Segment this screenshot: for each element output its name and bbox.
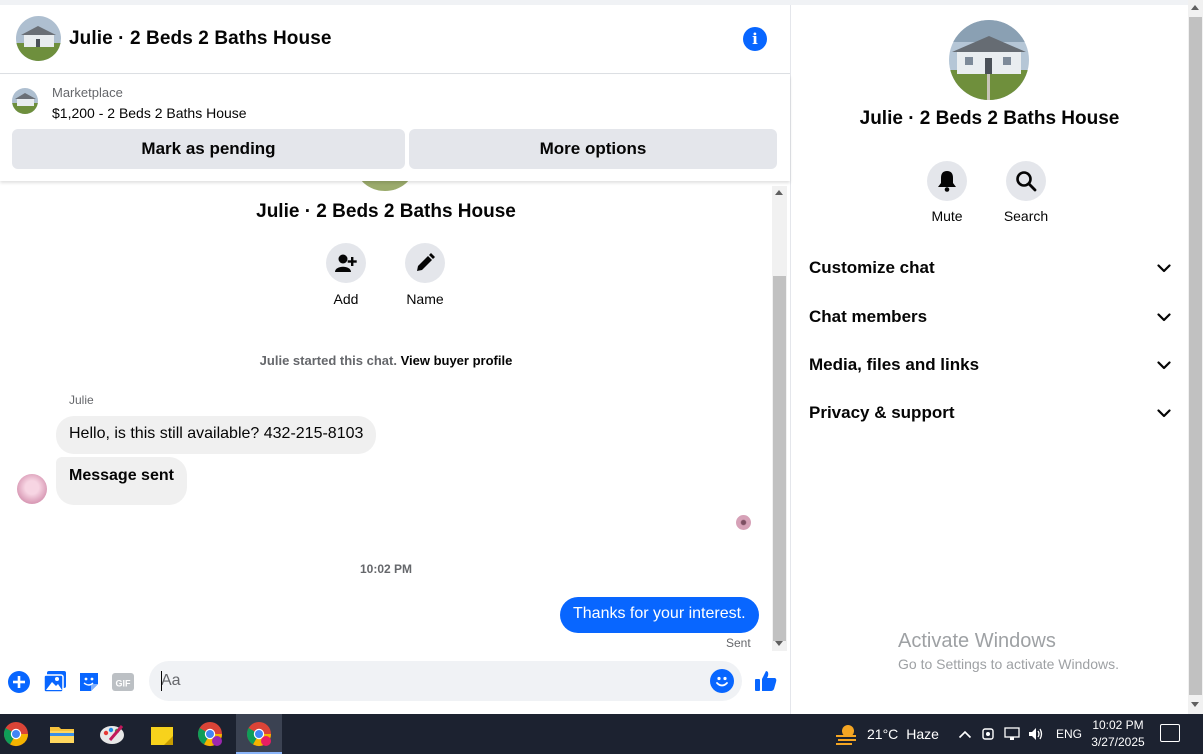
notification-icon[interactable] [1160,724,1180,742]
name-chat-action[interactable]: Name [390,243,460,307]
section-label: Chat members [809,307,928,326]
add-label: Add [333,291,359,307]
outgoing-message[interactable]: Thanks for your interest. [560,597,759,633]
chevron-down-icon [1157,312,1171,321]
meet-now-icon[interactable] [982,727,996,741]
mute-action[interactable]: Mute [912,161,982,224]
scroll-up-arrow-icon[interactable] [775,190,783,195]
info-icon[interactable]: i [743,27,767,51]
sent-status: Sent [726,636,751,650]
chrome-taskbar-icon[interactable] [2,720,30,748]
incoming-message[interactable]: Message sent [56,457,187,505]
add-people-action[interactable]: Add [311,243,381,307]
volume-icon[interactable] [1028,727,1044,741]
scroll-thumb[interactable] [773,276,786,641]
weather-temperature: 21°C [867,726,899,742]
privacy-support-section[interactable]: Privacy & support [809,398,1171,428]
gif-label: GIF [116,679,132,689]
mark-as-pending-button[interactable]: Mark as pending [12,129,405,169]
add-person-icon[interactable] [326,243,366,283]
page-scrollbar[interactable] [1188,0,1203,714]
customize-chat-section[interactable]: Customize chat [809,253,1171,283]
weather-condition: Haze [906,726,939,742]
view-buyer-profile-link[interactable]: View buyer profile [401,353,513,368]
gif-icon[interactable]: GIF [112,671,134,693]
sticky-notes-icon[interactable] [148,720,176,748]
taskbar-clock[interactable]: 10:02 PM 3/27/2025 [1088,717,1148,751]
side-panel-title: Julie · 2 Beds 2 Baths House [859,108,1120,129]
chat-info-panel: Julie · 2 Beds 2 Baths House Mute Search… [791,5,1188,714]
search-label: Search [1003,208,1049,224]
system-tray: ENG [958,714,1082,754]
file-explorer-icon[interactable] [48,720,76,748]
section-label: Customize chat [809,258,935,277]
text-caret [161,671,162,691]
sender-name: Julie [69,393,94,407]
started-text: Julie started this chat. [259,353,397,368]
more-options-button[interactable]: More options [409,129,777,169]
side-house-avatar[interactable] [949,20,1029,100]
scroll-down-arrow-icon[interactable] [775,641,783,646]
plus-icon[interactable] [8,671,30,693]
page-scroll-down-icon[interactable] [1191,702,1199,707]
chrome-profile-icon[interactable] [196,720,224,748]
sticker-icon[interactable] [78,671,100,693]
chevron-up-icon[interactable] [958,729,972,739]
mute-label: Mute [931,208,963,224]
photo-icon[interactable] [43,671,66,693]
message-scrollbar[interactable] [772,186,787,651]
marketplace-banner: Marketplace $1,200 - 2 Beds 2 Baths Hous… [0,75,790,181]
windows-taskbar: 21°C Haze ENG 10:02 PM 3/27/2025 [0,714,1203,754]
network-icon[interactable] [1004,727,1020,741]
section-label: Privacy & support [809,403,955,422]
page-scroll-up-icon[interactable] [1191,5,1199,10]
composer: GIF [0,655,790,707]
chat-title: Julie · 2 Beds 2 Baths House [69,28,332,49]
activate-windows-watermark: Activate Windows Go to Settings to activ… [898,630,1119,672]
chevron-down-icon [1157,263,1171,272]
section-label: Media, files and links [809,355,980,374]
clock-date: 3/27/2025 [1091,735,1145,749]
message-input-box[interactable] [149,661,742,701]
active-taskbar-item[interactable] [236,714,282,754]
read-receipt-avatar [736,515,751,530]
incoming-message[interactable]: Hello, is this still available? 432-215-… [56,416,377,454]
media-files-links-section[interactable]: Media, files and links [809,350,1171,380]
chrome-active-icon[interactable] [245,720,273,748]
watermark-line2: Go to Settings to activate Windows. [898,656,1119,672]
thumbs-up-icon[interactable] [754,669,778,693]
conversation-avatar [356,181,414,191]
message-timestamp: 10:02 PM [359,562,413,576]
chat-pane: Julie · 2 Beds 2 Baths House i Marketpla… [0,5,790,714]
paint-app-icon[interactable] [98,720,126,748]
marketplace-label: Marketplace [52,85,123,100]
haze-weather-icon [836,725,856,745]
house-avatar[interactable] [16,16,61,61]
message-list[interactable]: Julie · 2 Beds 2 Baths House Add Name Ju… [0,181,772,651]
name-label: Name [406,291,444,307]
julie-avatar[interactable] [17,474,47,504]
chevron-down-icon [1157,408,1171,417]
listing-title[interactable]: $1,200 - 2 Beds 2 Baths House [52,105,247,121]
clock-time: 10:02 PM [1092,718,1144,732]
page-scroll-thumb[interactable] [1189,17,1202,695]
bell-icon[interactable] [927,161,967,201]
chat-header: Julie · 2 Beds 2 Baths House i [0,5,790,74]
chat-started-notice: Julie started this chat. View buyer prof… [0,353,772,368]
listing-thumbnail[interactable] [12,88,38,114]
screen: Julie · 2 Beds 2 Baths House i Marketpla… [0,0,1203,754]
chevron-down-icon [1157,360,1171,369]
pencil-icon[interactable] [405,243,445,283]
watermark-line1: Activate Windows [898,630,1056,652]
search-icon[interactable] [1006,161,1046,201]
message-input[interactable] [161,670,701,692]
conversation-title: Julie · 2 Beds 2 Baths House [256,201,516,222]
chat-members-section[interactable]: Chat members [809,302,1171,332]
input-language[interactable]: ENG [1056,727,1082,741]
weather-widget[interactable]: 21°C Haze [834,714,939,754]
search-action[interactable]: Search [991,161,1061,224]
emoji-icon[interactable] [710,669,734,693]
